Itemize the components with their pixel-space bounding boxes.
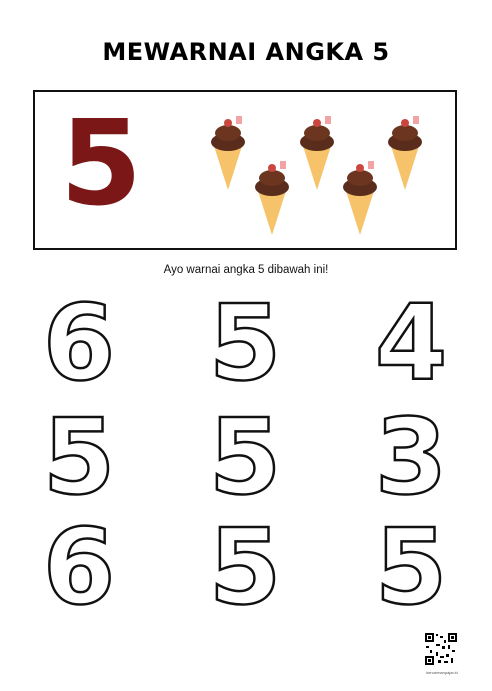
digit-outline: 5 (42, 396, 117, 518)
footer-site: kenuemanpajar.id (426, 670, 458, 675)
ice-cream-icon (388, 116, 422, 190)
digit-outline: 5 (208, 506, 283, 628)
worksheet-title: MEWARNAI ANGKA 5 (102, 38, 390, 66)
digit-outline: 6 (42, 506, 117, 628)
example-number: 5 (60, 94, 143, 232)
ice-cream-icon (300, 116, 334, 190)
ice-cream-icon (255, 161, 289, 235)
coloring-digit[interactable]: 5 (24, 402, 134, 512)
coloring-digit[interactable]: 4 (356, 288, 466, 398)
coloring-digit[interactable]: 5 (190, 512, 300, 622)
digit-outline: 6 (42, 282, 117, 404)
instruction-text: Ayo warnai angka 5 dibawah ini! (163, 264, 329, 276)
coloring-digit[interactable]: 6 (24, 288, 134, 398)
qr-code-icon[interactable] (424, 632, 458, 666)
coloring-digit[interactable]: 6 (24, 512, 134, 622)
coloring-digit[interactable]: 5 (190, 402, 300, 512)
digit-outline: 5 (208, 282, 283, 404)
coloring-digit[interactable]: 5 (356, 512, 466, 622)
digit-outline: 5 (208, 396, 283, 518)
digit-outline: 4 (374, 282, 449, 404)
digit-outline: 5 (374, 506, 449, 628)
coloring-digit[interactable]: 3 (356, 402, 466, 512)
ice-cream-icon (343, 161, 377, 235)
ice-cream-icon (211, 116, 245, 190)
digit-outline: 3 (374, 396, 449, 518)
coloring-digit[interactable]: 5 (190, 288, 300, 398)
